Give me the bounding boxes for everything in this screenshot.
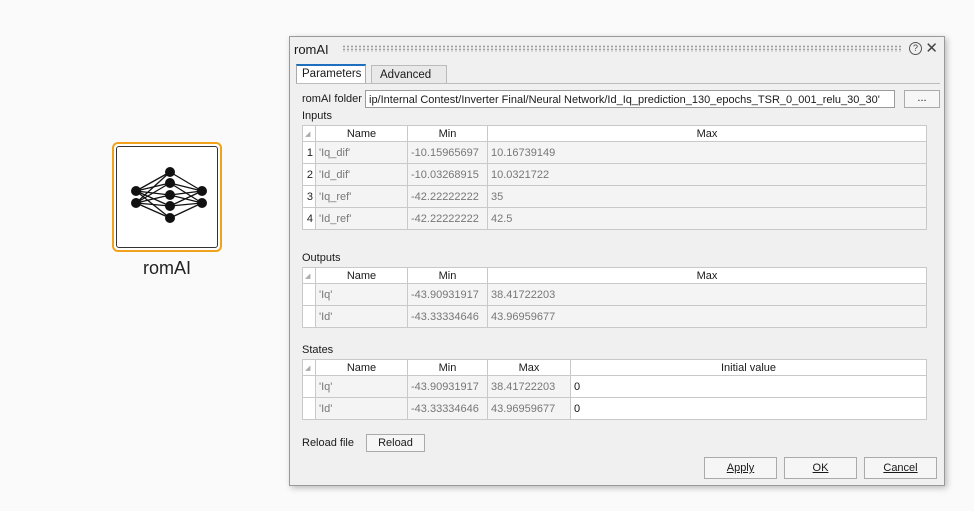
dialog-titlebar[interactable]: romAI ? ✕ bbox=[290, 37, 944, 59]
inputs-label: Inputs bbox=[302, 110, 332, 122]
column-header-initial-value[interactable]: Initial value bbox=[570, 359, 927, 376]
cell-name[interactable]: 'Id' bbox=[315, 305, 408, 328]
cell-min[interactable]: -10.15965697 bbox=[407, 141, 488, 164]
cell-min[interactable]: -10.03268915 bbox=[407, 163, 488, 186]
table-corner[interactable]: ◢ bbox=[302, 267, 316, 284]
reload-file-label: Reload file bbox=[302, 437, 354, 449]
outputs-table: ◢ Name Min Max 'Iq' -43.90931917 38.4172… bbox=[302, 267, 927, 328]
ok-button[interactable]: OK bbox=[784, 457, 857, 479]
neural-network-icon bbox=[131, 167, 207, 223]
dialog-title: romAI bbox=[294, 42, 329, 57]
states-label: States bbox=[302, 344, 334, 356]
column-header-max[interactable]: Max bbox=[487, 125, 927, 142]
table-row[interactable]: 3 'Iq_ref' -42.22222222 35 bbox=[302, 185, 927, 208]
drag-grip[interactable] bbox=[342, 45, 902, 52]
cell-max[interactable]: 43.96959677 bbox=[487, 305, 927, 328]
cell-min[interactable]: -43.90931917 bbox=[407, 375, 488, 398]
row-index bbox=[302, 375, 316, 398]
cell-max[interactable]: 10.0321722 bbox=[487, 163, 927, 186]
cell-max[interactable]: 42.5 bbox=[487, 207, 927, 230]
table-header-row: ◢ Name Min Max bbox=[302, 125, 927, 142]
column-header-name[interactable]: Name bbox=[315, 267, 408, 284]
row-index: 4 bbox=[302, 207, 316, 230]
apply-button[interactable]: Apply bbox=[704, 457, 777, 479]
table-row[interactable]: 4 'Id_ref' -42.22222222 42.5 bbox=[302, 207, 927, 230]
cell-max[interactable]: 35 bbox=[487, 185, 927, 208]
row-index: 1 bbox=[302, 141, 316, 164]
states-table: ◢ Name Min Max Initial value 'Iq' -43.90… bbox=[302, 359, 927, 420]
row-index bbox=[302, 283, 316, 306]
column-header-min[interactable]: Min bbox=[407, 125, 488, 142]
reload-button[interactable]: Reload bbox=[366, 434, 425, 452]
block-label: romAI bbox=[142, 258, 191, 278]
cell-max[interactable]: 38.41722203 bbox=[487, 375, 571, 398]
cell-min[interactable]: -43.90931917 bbox=[407, 283, 488, 306]
column-header-name[interactable]: Name bbox=[315, 359, 408, 376]
folder-label: romAI folder bbox=[302, 93, 362, 105]
close-icon[interactable]: ✕ bbox=[925, 39, 938, 57]
apply-button-label: Apply bbox=[726, 462, 755, 474]
cell-initial-value[interactable]: 0 bbox=[570, 375, 927, 398]
cell-name[interactable]: 'Iq_ref' bbox=[315, 185, 408, 208]
romai-dialog: romAI ? ✕ Parameters Advanced romAI fold… bbox=[289, 36, 945, 486]
cell-name[interactable]: 'Id_ref' bbox=[315, 207, 408, 230]
cell-initial-value[interactable]: 0 bbox=[570, 397, 927, 420]
browse-button[interactable]: ... bbox=[904, 90, 940, 108]
cell-max[interactable]: 38.41722203 bbox=[487, 283, 927, 306]
ok-button-label: OK bbox=[812, 462, 829, 474]
table-header-row: ◢ Name Min Max bbox=[302, 267, 927, 284]
table-row[interactable]: 2 'Id_dif' -10.03268915 10.0321722 bbox=[302, 163, 927, 186]
cell-min[interactable]: -42.22222222 bbox=[407, 185, 488, 208]
outputs-label: Outputs bbox=[302, 252, 341, 264]
column-header-min[interactable]: Min bbox=[407, 267, 488, 284]
column-header-min[interactable]: Min bbox=[407, 359, 488, 376]
cancel-button[interactable]: Cancel bbox=[864, 457, 937, 479]
row-index bbox=[302, 305, 316, 328]
row-index bbox=[302, 397, 316, 420]
romai-block[interactable] bbox=[112, 142, 222, 252]
table-row[interactable]: 'Id' -43.33334646 43.96959677 0 bbox=[302, 397, 927, 420]
tab-advanced[interactable]: Advanced bbox=[371, 65, 447, 84]
cell-name[interactable]: 'Id' bbox=[315, 397, 408, 420]
cell-name[interactable]: 'Iq_dif' bbox=[315, 141, 408, 164]
cancel-button-label: Cancel bbox=[883, 462, 918, 474]
cell-min[interactable]: -42.22222222 bbox=[407, 207, 488, 230]
tab-divider bbox=[296, 83, 940, 84]
cell-max[interactable]: 10.16739149 bbox=[487, 141, 927, 164]
cell-min[interactable]: -43.33334646 bbox=[407, 397, 488, 420]
table-row[interactable]: 'Iq' -43.90931917 38.41722203 0 bbox=[302, 375, 927, 398]
cell-min[interactable]: -43.33334646 bbox=[407, 305, 488, 328]
row-index: 2 bbox=[302, 163, 316, 186]
folder-path-field[interactable]: ip/Internal Contest/Inverter Final/Neura… bbox=[365, 90, 895, 108]
row-index: 3 bbox=[302, 185, 316, 208]
table-row[interactable]: 'Iq' -43.90931917 38.41722203 bbox=[302, 283, 927, 306]
cell-name[interactable]: 'Id_dif' bbox=[315, 163, 408, 186]
table-corner[interactable]: ◢ bbox=[302, 359, 316, 376]
cell-max[interactable]: 43.96959677 bbox=[487, 397, 571, 420]
table-row[interactable]: 'Id' -43.33334646 43.96959677 bbox=[302, 305, 927, 328]
table-row[interactable]: 1 'Iq_dif' -10.15965697 10.16739149 bbox=[302, 141, 927, 164]
column-header-max[interactable]: Max bbox=[487, 359, 571, 376]
column-header-max[interactable]: Max bbox=[487, 267, 927, 284]
cell-name[interactable]: 'Iq' bbox=[315, 375, 408, 398]
tab-parameters[interactable]: Parameters bbox=[296, 64, 366, 83]
cell-name[interactable]: 'Iq' bbox=[315, 283, 408, 306]
help-icon[interactable]: ? bbox=[909, 42, 922, 55]
table-corner[interactable]: ◢ bbox=[302, 125, 316, 142]
table-header-row: ◢ Name Min Max Initial value bbox=[302, 359, 927, 376]
column-header-name[interactable]: Name bbox=[315, 125, 408, 142]
inputs-table: ◢ Name Min Max 1 'Iq_dif' -10.15965697 1… bbox=[302, 125, 927, 230]
